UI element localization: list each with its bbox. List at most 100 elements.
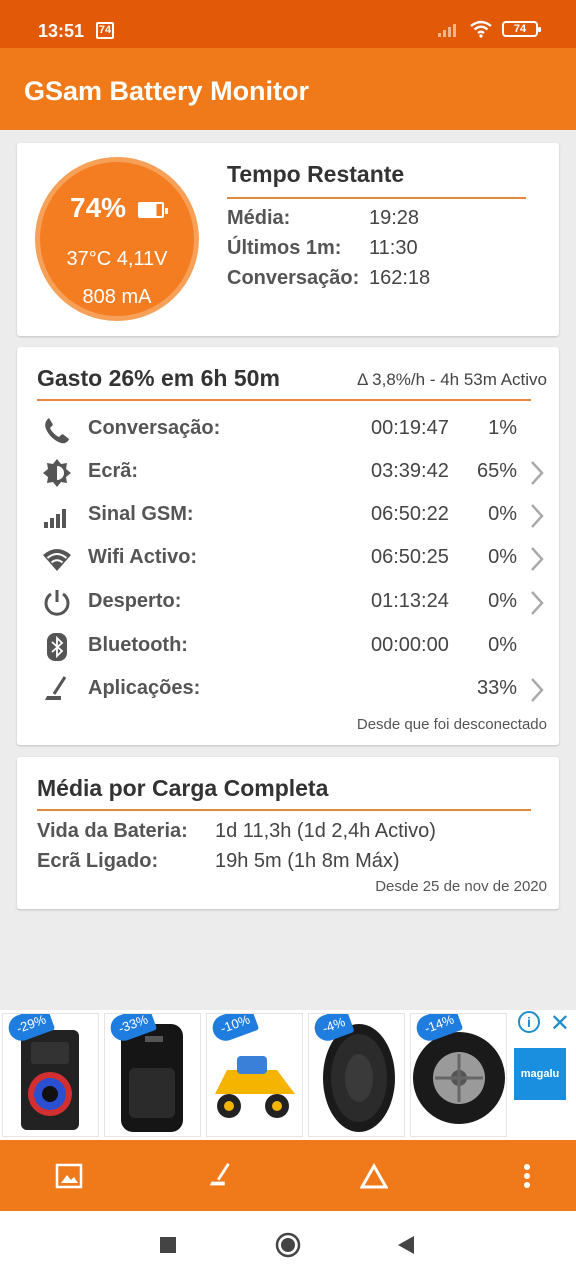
usage-percent: 65% bbox=[476, 460, 517, 482]
wifi-icon bbox=[43, 549, 71, 571]
battery-gauge: 74% 37°C 4,11V 808 mA bbox=[35, 157, 199, 321]
usage-label: Aplicações: bbox=[88, 677, 201, 699]
tempo-restante-title: Tempo Restante bbox=[227, 161, 405, 187]
app-title: GSam Battery Monitor bbox=[24, 76, 310, 106]
usage-row-sinal-gsm[interactable]: Sinal GSM: 06:50:22 0% bbox=[17, 496, 559, 536]
gasto-title: Gasto 26% em 6h 50m bbox=[37, 365, 280, 391]
divider bbox=[37, 399, 531, 401]
usage-label: Ecrã: bbox=[88, 460, 139, 482]
ad-banner[interactable]: -29% -33% -10% -4% -14% i ✕ magalu bbox=[0, 1010, 576, 1140]
overflow-menu-button[interactable] bbox=[487, 1140, 567, 1211]
delta-button[interactable] bbox=[334, 1140, 414, 1211]
usage-label: Wifi Activo: bbox=[88, 546, 198, 568]
image-icon bbox=[55, 1163, 83, 1188]
power-icon bbox=[44, 590, 70, 616]
app-bar: GSam Battery Monitor bbox=[0, 48, 576, 130]
ad-product-speaker[interactable]: -29% bbox=[2, 1013, 99, 1137]
usage-percent: 33% bbox=[476, 677, 517, 699]
usage-row-wifi[interactable]: Wifi Activo: 06:50:25 0% bbox=[17, 539, 559, 579]
usage-percent: 0% bbox=[488, 634, 517, 656]
brightness-icon bbox=[43, 459, 71, 487]
usage-row-bluetooth[interactable]: Bluetooth: 00:00:00 0% bbox=[17, 627, 559, 667]
chevron-right-icon bbox=[531, 504, 544, 528]
back-button[interactable] bbox=[382, 1225, 430, 1265]
media-value: 19:28 bbox=[369, 207, 420, 229]
usage-time: 00:19:47 bbox=[371, 417, 449, 439]
battery-status-icon: 74 bbox=[502, 21, 541, 37]
notification-badge: 74 bbox=[96, 22, 114, 39]
divider bbox=[227, 197, 526, 199]
apps-button[interactable] bbox=[181, 1140, 261, 1211]
media-carga-card: Média por Carga Completa Vida da Bateria… bbox=[17, 757, 559, 909]
usage-time: 00:00:00 bbox=[371, 634, 449, 656]
chevron-right-icon bbox=[531, 547, 544, 571]
media-carga-footer: Desde 25 de nov de 2020 bbox=[375, 878, 547, 895]
status-bar: 13:51 74 74 bbox=[0, 0, 576, 48]
status-icons: 74 bbox=[438, 20, 541, 38]
usage-row-ecra[interactable]: Ecrã: 03:39:42 65% bbox=[17, 453, 559, 493]
signal-icon bbox=[44, 509, 66, 528]
home-button[interactable] bbox=[264, 1225, 312, 1265]
back-triangle-icon bbox=[398, 1236, 414, 1254]
gasto-card: Gasto 26% em 6h 50m Δ 3,8%/h - 4h 53m Ac… bbox=[17, 347, 559, 745]
vida-bateria-label: Vida da Bateria: bbox=[37, 820, 188, 842]
info-icon[interactable]: i bbox=[518, 1011, 540, 1033]
chevron-right-icon bbox=[531, 461, 544, 485]
usage-row-aplicacoes[interactable]: Aplicações: 33% bbox=[17, 670, 559, 710]
ecra-ligado-label: Ecrã Ligado: bbox=[37, 850, 159, 872]
usage-label: Conversação: bbox=[88, 417, 221, 439]
system-nav-bar bbox=[0, 1211, 576, 1280]
close-icon[interactable]: ✕ bbox=[550, 1009, 570, 1038]
vida-bateria-value: 1d 11,3h (1d 2,4h Activo) bbox=[215, 820, 436, 842]
triangle-icon bbox=[360, 1162, 388, 1188]
usage-time: 03:39:42 bbox=[371, 460, 449, 482]
circle-icon bbox=[275, 1232, 301, 1258]
usage-percent: 0% bbox=[488, 546, 517, 568]
image-button[interactable] bbox=[29, 1140, 109, 1211]
summary-card[interactable]: 74% 37°C 4,11V 808 mA Tempo Restante Méd… bbox=[17, 143, 559, 336]
apps-icon bbox=[209, 1162, 230, 1185]
usage-label: Sinal GSM: bbox=[88, 503, 194, 525]
apps-icon bbox=[45, 676, 67, 700]
usage-time: 01:13:24 bbox=[371, 590, 449, 612]
ad-product-tire-2[interactable]: -14% bbox=[410, 1013, 507, 1137]
usage-percent: 0% bbox=[488, 503, 517, 525]
phone-icon bbox=[45, 418, 69, 444]
ecra-ligado-value: 19h 5m (1h 8m Máx) bbox=[215, 850, 400, 872]
current-draw: 808 mA bbox=[82, 286, 152, 308]
wifi-status-icon bbox=[470, 20, 492, 38]
usage-label: Bluetooth: bbox=[88, 634, 188, 656]
usage-time: 06:50:25 bbox=[371, 546, 449, 568]
usage-row-desperto[interactable]: Desperto: 01:13:24 0% bbox=[17, 583, 559, 623]
ad-product-tire-1[interactable]: -4% bbox=[308, 1013, 405, 1137]
divider bbox=[37, 809, 531, 811]
conversacao-label: Conversação: bbox=[227, 267, 360, 289]
ultimos-label: Últimos 1m: bbox=[227, 237, 342, 259]
usage-row-conversacao[interactable]: Conversação: 00:19:47 1% bbox=[17, 410, 559, 450]
battery-percent: 74% bbox=[70, 192, 127, 223]
chevron-right-icon bbox=[531, 678, 544, 702]
square-icon bbox=[160, 1237, 176, 1253]
bottom-action-bar bbox=[0, 1140, 576, 1211]
battery-icon bbox=[138, 202, 168, 218]
usage-percent: 0% bbox=[488, 590, 517, 612]
more-vert-icon bbox=[524, 1163, 530, 1188]
ad-product-toy-car[interactable]: -10% bbox=[206, 1013, 303, 1137]
drain-rate: Δ 3,8%/h - 4h 53m Activo bbox=[357, 370, 547, 389]
temp-voltage: 37°C 4,11V bbox=[66, 248, 168, 270]
chevron-right-icon bbox=[531, 591, 544, 615]
ultimos-value: 11:30 bbox=[369, 237, 418, 259]
conversacao-value: 162:18 bbox=[369, 267, 431, 289]
media-label: Média: bbox=[227, 207, 291, 229]
usage-time: 06:50:22 bbox=[371, 503, 449, 525]
usage-percent: 1% bbox=[488, 417, 517, 439]
media-carga-title: Média por Carga Completa bbox=[37, 775, 329, 801]
recents-button[interactable] bbox=[144, 1225, 192, 1265]
gasto-footer: Desde que foi desconectado bbox=[356, 716, 547, 733]
usage-label: Desperto: bbox=[88, 590, 182, 612]
bluetooth-icon bbox=[47, 633, 67, 661]
cell-signal-icon bbox=[438, 24, 456, 37]
status-time: 13:51 bbox=[38, 21, 85, 41]
brand-logo[interactable]: magalu bbox=[514, 1048, 566, 1100]
ad-product-airfryer[interactable]: -33% bbox=[104, 1013, 201, 1137]
